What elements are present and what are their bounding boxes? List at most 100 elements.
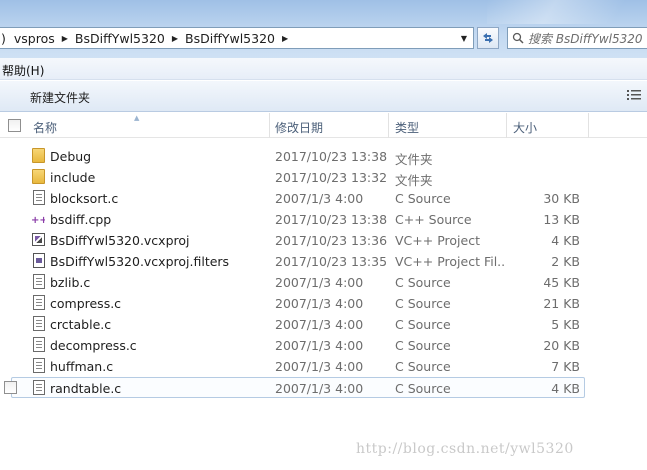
file-type: C Source [395, 317, 451, 332]
chevron-right-icon[interactable]: ▶ [167, 34, 183, 43]
menu-help[interactable]: 帮助(H) [2, 62, 44, 79]
file-size: 2 KB [551, 254, 580, 269]
file-date: 2017/10/23 13:38 [275, 149, 388, 164]
file-name: compress.c [50, 296, 122, 311]
selected-row-content: randtable.c 2007/1/3 4:00 C Source 4 KB [0, 378, 584, 397]
file-row[interactable]: decompress.c 2007/1/3 4:00 C Source 20 K… [0, 335, 647, 356]
c-source-icon [33, 380, 45, 395]
sort-ascending-icon: ▲ [134, 114, 140, 122]
refresh-button[interactable] [477, 27, 499, 49]
file-name: include [50, 170, 96, 185]
file-type: C Source [395, 359, 451, 374]
file-row[interactable]: huffman.c 2007/1/3 4:00 C Source 7 KB [0, 356, 647, 377]
breadcrumb-overflow[interactable]: ) [0, 31, 12, 46]
chevron-right-icon[interactable]: ▶ [57, 34, 73, 43]
file-name: BsDiffYwl5320.vcxproj.filters [50, 254, 230, 269]
file-type: 文件夹 [395, 152, 433, 167]
file-name: huffman.c [50, 359, 114, 374]
c-source-icon [33, 295, 45, 310]
cpp-source-icon: ++ [31, 215, 45, 226]
breadcrumb-vspros[interactable]: vspros [12, 31, 57, 46]
file-name: blocksort.c [50, 191, 119, 206]
file-date: 2007/1/3 4:00 [275, 381, 364, 396]
vcxproj-icon [32, 233, 45, 246]
file-row[interactable]: crctable.c 2007/1/3 4:00 C Source 5 KB [0, 314, 647, 335]
search-placeholder: 搜索 BsDiffYwl5320 [528, 31, 643, 46]
column-divider[interactable] [588, 113, 589, 138]
column-divider[interactable] [388, 113, 389, 138]
file-name: bzlib.c [50, 275, 91, 290]
chevron-right-icon[interactable]: ▶ [277, 34, 293, 43]
search-icon [512, 32, 524, 44]
file-type: 文件夹 [395, 173, 433, 188]
file-name: randtable.c [50, 381, 122, 396]
file-name: BsDiffYwl5320.vcxproj [50, 233, 190, 248]
folder-icon [32, 169, 45, 184]
new-folder-button[interactable]: 新建文件夹 [30, 89, 90, 106]
address-dropdown-icon[interactable]: ▼ [455, 28, 473, 48]
c-source-icon [33, 337, 45, 352]
file-row[interactable]: blocksort.c 2007/1/3 4:00 C Source 30 KB [0, 188, 647, 209]
file-type: C Source [395, 191, 451, 206]
file-type: C Source [395, 338, 451, 353]
breadcrumb-bsdiff-current[interactable]: BsDiffYwl5320 [183, 31, 277, 46]
command-bar: 新建文件夹 [0, 81, 647, 112]
file-date: 2017/10/23 13:36 [275, 233, 388, 248]
file-date: 2007/1/3 4:00 [275, 275, 364, 290]
file-row[interactable]: Debug 2017/10/23 13:38 文件夹 [0, 146, 647, 167]
c-source-icon [33, 316, 45, 331]
file-size: 45 KB [543, 275, 580, 290]
column-header-row: ▲ 名称 修改日期 类型 大小 [0, 113, 647, 138]
file-type: C Source [395, 275, 451, 290]
file-size: 20 KB [543, 338, 580, 353]
row-checkbox[interactable] [4, 381, 17, 394]
refresh-icon [483, 33, 493, 43]
column-header-name[interactable]: 名称 [33, 119, 57, 136]
column-divider[interactable] [269, 113, 270, 138]
watermark: http://blog.csdn.net/ywl5320 [356, 441, 574, 457]
file-size: 4 KB [551, 233, 580, 248]
folder-icon [32, 148, 45, 163]
file-size: 5 KB [551, 317, 580, 332]
file-type: C Source [395, 381, 451, 396]
file-row-selected[interactable]: randtable.c 2007/1/3 4:00 C Source 4 KB [4, 377, 585, 398]
address-bar[interactable]: ) vspros ▶ BsDiffYwl5320 ▶ BsDiffYwl5320… [0, 27, 474, 49]
select-all-checkbox[interactable] [8, 119, 21, 132]
file-date: 2007/1/3 4:00 [275, 338, 364, 353]
menu-bar: 帮助(H) [0, 58, 647, 80]
file-date: 2007/1/3 4:00 [275, 317, 364, 332]
column-header-size[interactable]: 大小 [513, 119, 537, 136]
c-source-icon [33, 358, 45, 373]
file-size: 21 KB [543, 296, 580, 311]
file-date: 2007/1/3 4:00 [275, 359, 364, 374]
c-source-icon [33, 274, 45, 289]
file-date: 2017/10/23 13:32 [275, 170, 388, 185]
filters-icon [33, 253, 45, 268]
file-date: 2017/10/23 13:35 [275, 254, 388, 269]
file-row[interactable]: BsDiffYwl5320.vcxproj 2017/10/23 13:36 V… [0, 230, 647, 251]
file-size: 13 KB [543, 212, 580, 227]
breadcrumb-bsdiff-parent[interactable]: BsDiffYwl5320 [73, 31, 167, 46]
file-type: C Source [395, 296, 451, 311]
view-options-icon[interactable] [627, 89, 641, 101]
file-date: 2017/10/23 13:38 [275, 212, 388, 227]
column-divider[interactable] [506, 113, 507, 138]
svg-text:++: ++ [31, 215, 45, 226]
search-input[interactable]: 搜索 BsDiffYwl5320 [507, 27, 647, 49]
file-row[interactable]: compress.c 2007/1/3 4:00 C Source 21 KB [0, 293, 647, 314]
file-size: 4 KB [551, 381, 580, 396]
file-row[interactable]: ++ bsdiff.cpp 2017/10/23 13:38 C++ Sourc… [0, 209, 647, 230]
file-name: crctable.c [50, 317, 112, 332]
file-size: 30 KB [543, 191, 580, 206]
file-name: bsdiff.cpp [50, 212, 112, 227]
column-header-type[interactable]: 类型 [395, 119, 419, 136]
file-row[interactable]: include 2017/10/23 13:32 文件夹 [0, 167, 647, 188]
file-row[interactable]: BsDiffYwl5320.vcxproj.filters 2017/10/23… [0, 251, 647, 272]
file-date: 2007/1/3 4:00 [275, 296, 364, 311]
file-name: Debug [50, 149, 92, 164]
address-toolbar: ) vspros ▶ BsDiffYwl5320 ▶ BsDiffYwl5320… [0, 0, 647, 58]
column-header-date[interactable]: 修改日期 [275, 119, 323, 136]
c-source-icon [33, 190, 45, 205]
file-row[interactable]: bzlib.c 2007/1/3 4:00 C Source 45 KB [0, 272, 647, 293]
file-type: VC++ Project Fil... [395, 254, 505, 269]
